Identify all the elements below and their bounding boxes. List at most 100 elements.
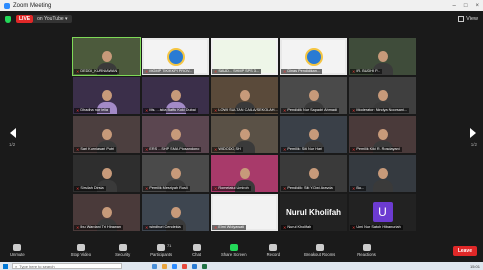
system-tray: 15:01	[470, 264, 480, 269]
encryption-shield-icon[interactable]	[5, 15, 11, 23]
participant-tile[interactable]: ✕ Moderator: Nindya Noorsani...	[349, 77, 416, 114]
stop-video-button[interactable]: Stop Video	[71, 244, 91, 257]
participant-tile[interactable]: ✕ ERS ...SHP SMA Plosandono	[142, 116, 209, 153]
participant-tile[interactable]: ✕ Pemilik Kiki R. Rosdayani	[349, 116, 416, 153]
muted-mic-icon: ✕	[283, 147, 287, 152]
logo-emblem-icon	[304, 47, 323, 66]
reactions-button[interactable]: Reactions	[357, 244, 376, 257]
participant-tile[interactable]: ✕ DEDDI_KURNIAWAN	[72, 37, 141, 76]
excel-icon[interactable]	[202, 263, 207, 269]
next-page-arrow[interactable]	[470, 128, 476, 138]
muted-mic-icon: ✕	[283, 108, 287, 113]
participant-tile[interactable]: ✕ WIDODO,SH	[211, 116, 278, 153]
participant-tile[interactable]: ✕ SAUD... SHMP SPS 3...	[211, 38, 278, 75]
previous-page-arrow[interactable]	[10, 128, 16, 138]
muted-mic-icon: ✕	[352, 225, 356, 230]
toolbar-label: Participants	[150, 252, 173, 257]
participant-name-label: ✕ ERS ...SHP SMA Plosandono	[143, 147, 202, 152]
breakout-rooms-button[interactable]: Breakout Rooms	[304, 244, 335, 257]
word-icon[interactable]	[192, 263, 197, 269]
participant-tile[interactable]: ✕ windhuri Cendekia	[142, 194, 209, 231]
participant-tile[interactable]: ✕ Ibu Wardani Tri Hirawan	[73, 194, 140, 231]
muted-mic-icon: ✕	[145, 225, 149, 230]
zoom-taskbar-icon[interactable]	[172, 263, 177, 269]
toolbar-label: Reactions	[357, 252, 376, 257]
participants-button[interactable]: 71 Participants	[150, 243, 173, 257]
participant-name-label: ✕ Pemilik Mesriyah Rusli	[143, 186, 190, 191]
participant-name-text: Romelatul Umiroh	[218, 186, 249, 190]
participant-name-label: ✕ Bu...	[350, 186, 367, 191]
participants-count: 71	[166, 243, 172, 248]
participant-name-label: ✕ Ibu Wardani Tri Hirawan	[74, 225, 123, 230]
file-explorer-icon[interactable]	[162, 263, 167, 269]
view-button[interactable]: View	[458, 16, 478, 22]
participant-tile[interactable]: ✕ Elmi Widyawati	[211, 194, 278, 231]
clock[interactable]: 15:01	[470, 264, 480, 269]
participant-name-label: ✕ SAUD... SHMP SPS 3...	[212, 69, 262, 74]
record-button[interactable]: Record	[267, 244, 280, 257]
windows-start-icon[interactable]	[3, 263, 8, 269]
reactions-icon	[362, 244, 371, 251]
participant-tile[interactable]: ✕ Dhadha nur lelia	[73, 77, 140, 114]
participant-name-label: ✕ Dinas Pendidikan...	[281, 69, 323, 74]
participant-tile[interactable]: ✕ Pemilik Mesriyah Rusli	[142, 155, 209, 192]
muted-mic-icon: ✕	[214, 147, 218, 152]
participant-tile[interactable]: ✕ Pendidik Nur Sapadri Ahmadi	[280, 77, 347, 114]
participant-name-text: Elmi Widyawati	[218, 225, 245, 229]
maximize-button[interactable]: □	[464, 3, 468, 9]
participant-name-label: ✕ IR. BUDHI P...	[350, 69, 383, 74]
window-titlebar: Zoom Meeting – □ ×	[0, 0, 483, 11]
live-on-youtube-dropdown[interactable]: on YouTube ▾	[33, 15, 72, 23]
minimize-button[interactable]: –	[453, 3, 456, 9]
participant-name-label: ✕ Elmi Widyawati	[212, 225, 247, 230]
page-indicator-left: 1/2	[9, 142, 16, 147]
search-placeholder: Type here to search	[19, 263, 55, 269]
participant-name-text: Moderator: Nindya Noorsani...	[356, 108, 408, 112]
participant-name-label: ✕ Nurul Kholifah	[281, 225, 314, 230]
live-badge[interactable]: LIVE	[16, 15, 34, 23]
chat-button[interactable]: Chat	[192, 244, 201, 257]
participant-tile[interactable]: ✕ Sari Kurniasari Putri	[73, 116, 140, 153]
avatar: U	[372, 201, 393, 222]
muted-mic-icon: ✕	[76, 69, 80, 74]
participant-name-label: ✕ Moderator: Nindya Noorsani...	[350, 108, 410, 113]
security-button[interactable]: Security	[115, 244, 130, 257]
participants-icon	[157, 244, 166, 251]
toolbar-label: Breakout Rooms	[304, 252, 336, 257]
participant-tile[interactable]: ✕ Bu...	[349, 155, 416, 192]
toolbar-label: Chat	[192, 252, 201, 257]
participant-name-text: Dhadha nur lelia	[80, 108, 109, 112]
share-screen-button[interactable]: Share Screen	[221, 244, 247, 257]
grid-view-icon	[458, 16, 465, 22]
breakout-rooms-icon	[315, 244, 324, 251]
taskbar-app-icons	[152, 263, 207, 269]
taskbar-search-input[interactable]: ⌕ Type here to search	[12, 263, 122, 269]
task-view-icon[interactable]	[152, 263, 157, 269]
participant-tile[interactable]: ✕ Ms. ...istia Baffu Koki Dubai	[142, 77, 209, 114]
participant-tile[interactable]: ✕ Pendidik: Siti Y.Dwi Aravda	[280, 155, 347, 192]
muted-mic-icon: ✕	[352, 108, 356, 113]
participant-tile[interactable]: Nurul Kholifah ✕ Nurul Kholifah	[280, 194, 347, 231]
gallery-grid: ✕ DEDDI_KURNIAWAN ✕ MGMP TIK/KKPI PROV... ✕ S…	[72, 37, 419, 234]
participant-tile[interactable]: ✕ LOWI SULTAN CAILA/SEKOLAH...	[211, 77, 278, 114]
participant-tile[interactable]: ✕ Dinas Pendidikan...	[280, 38, 347, 75]
chrome-icon[interactable]	[182, 263, 187, 269]
leave-button[interactable]: Leave	[452, 245, 477, 256]
participant-tile[interactable]: ✕ Romelatul Umiroh	[211, 155, 278, 192]
participant-name-label: ✕ Sari Kurniasari Putri	[74, 147, 117, 152]
participant-name-text: WIDODO,SH	[218, 147, 241, 151]
mic-icon	[13, 244, 22, 251]
unmute-button[interactable]: Unmute	[10, 244, 25, 257]
participant-tile[interactable]: ✕ Pemilik: Siti Nur Hari	[280, 116, 347, 153]
page-indicator-right: 1/2	[470, 142, 477, 147]
participant-tile[interactable]: U ✕ Umi Nur Satoh Hibanuriah	[349, 194, 416, 231]
search-icon: ⌕	[15, 263, 18, 269]
participant-name-text: DEDDI_KURNIAWAN	[80, 69, 118, 73]
participant-tile[interactable]: ✕ MGMP TIK/KKPI PROV...	[142, 38, 209, 75]
participant-name-text: windhuri Cendekia	[149, 225, 181, 229]
close-button[interactable]: ×	[475, 3, 479, 9]
participant-tile[interactable]: ✕ IR. BUDHI P...	[349, 38, 416, 75]
participant-tile[interactable]: ✕ Sirsilah Dirsia	[73, 155, 140, 192]
video-icon	[76, 244, 85, 251]
muted-mic-icon: ✕	[214, 69, 218, 74]
